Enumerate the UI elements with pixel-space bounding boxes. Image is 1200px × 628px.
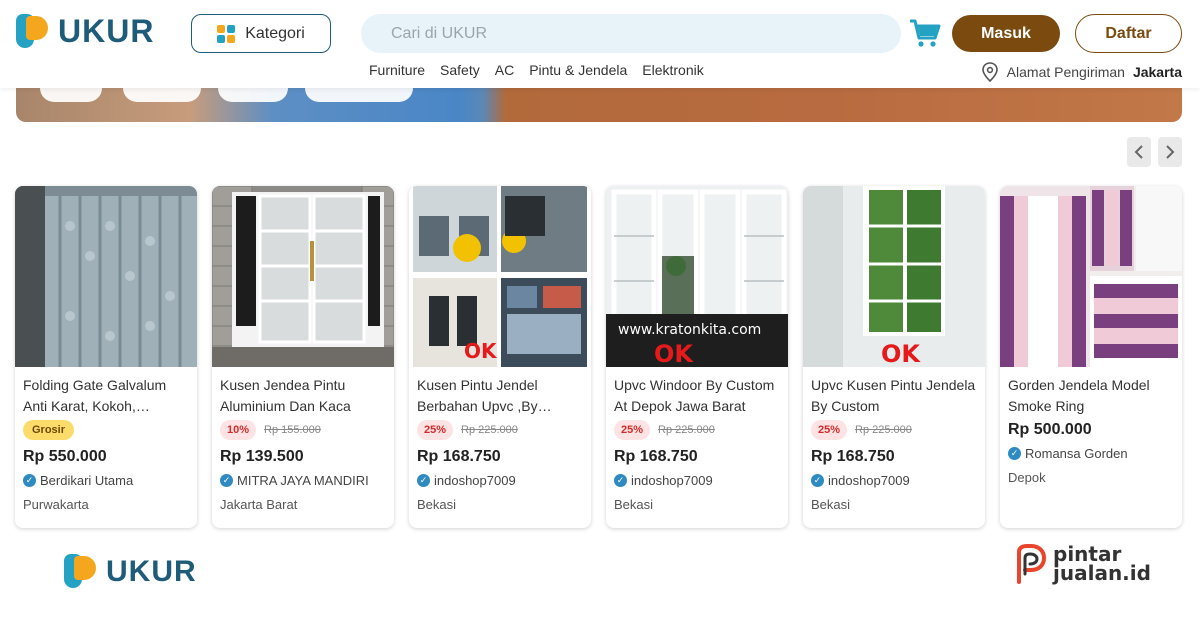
shipping-address[interactable]: Alamat Pengiriman Jakarta bbox=[981, 62, 1182, 82]
original-price: Rp 225.000 bbox=[658, 424, 715, 436]
seller-city: Purwakarta bbox=[23, 497, 89, 512]
seller-city: Bekasi bbox=[614, 497, 654, 512]
product-image-door-aluminium bbox=[212, 186, 394, 367]
seller-name: indoshop7009 bbox=[828, 473, 910, 488]
verified-check-icon: ✓ bbox=[1008, 447, 1021, 460]
product-name[interactable]: Gorden Jendela Model Smoke Ring bbox=[1008, 375, 1176, 417]
grosir-badge: Grosir bbox=[23, 420, 75, 440]
discount-badge: 10% bbox=[220, 420, 257, 440]
address-label: Alamat Pengiriman bbox=[1006, 64, 1125, 80]
ukur-logo-mark bbox=[16, 13, 52, 50]
original-price: Rp 225.000 bbox=[855, 424, 912, 436]
login-button[interactable]: Masuk bbox=[952, 15, 1060, 52]
seller: ✓ Romansa Gorden bbox=[1008, 446, 1128, 461]
ukur-logo-text: UKUR bbox=[106, 555, 197, 588]
seller: ✓ indoshop7009 bbox=[614, 473, 713, 488]
quick-links: Furniture Safety AC Pintu & Jendela Elek… bbox=[369, 62, 704, 78]
quick-link-pintu-jendela[interactable]: Pintu & Jendela bbox=[529, 62, 627, 78]
badge-row: 25% Rp 225.000 bbox=[614, 420, 715, 440]
register-button[interactable]: Daftar bbox=[1075, 14, 1182, 53]
ukur-logo-text: UKUR bbox=[58, 13, 155, 49]
quick-link-elektronik[interactable]: Elektronik bbox=[642, 62, 703, 78]
quick-link-safety[interactable]: Safety bbox=[440, 62, 480, 78]
original-price: Rp 155.000 bbox=[264, 424, 321, 436]
product-image-upvc-windoor: www.kratonkita.com OK bbox=[606, 186, 788, 367]
verified-check-icon: ✓ bbox=[23, 474, 36, 487]
badge-row: 10% Rp 155.000 bbox=[220, 420, 321, 440]
seller-city: Bekasi bbox=[417, 497, 457, 512]
product-image-upvc-window: OK bbox=[803, 186, 985, 367]
product-name[interactable]: Folding Gate Galvalum Anti Karat, Kokoh,… bbox=[23, 375, 191, 417]
product-price: Rp 168.750 bbox=[417, 448, 501, 465]
seller-name: MITRA JAYA MANDIRI bbox=[237, 473, 369, 488]
product-card[interactable]: OK Kusen Pintu Jendel Berbahan Upvc ,By … bbox=[409, 186, 591, 528]
product-image-upvc-collage: OK bbox=[409, 186, 591, 367]
product-card[interactable]: Gorden Jendela Model Smoke Ring Rp 500.0… bbox=[1000, 186, 1182, 528]
product-name[interactable]: Upvc Windoor By Custom At Depok Jawa Bar… bbox=[614, 375, 782, 417]
product-image-folding-gate bbox=[15, 186, 197, 367]
address-city: Jakarta bbox=[1132, 64, 1182, 80]
carousel-next-button[interactable] bbox=[1158, 137, 1182, 167]
category-grid-icon bbox=[217, 24, 236, 43]
verified-check-icon: ✓ bbox=[417, 474, 430, 487]
chevron-right-icon bbox=[1166, 145, 1175, 159]
discount-badge: 25% bbox=[614, 420, 651, 440]
product-price: Rp 550.000 bbox=[23, 448, 107, 465]
seller-name: Berdikari Utama bbox=[40, 473, 134, 488]
seller: ✓ Berdikari Utama bbox=[23, 473, 133, 488]
product-image-gorden bbox=[1000, 186, 1182, 367]
ok-stamp: OK bbox=[654, 340, 694, 367]
product-card[interactable]: Folding Gate Galvalum Anti Karat, Kokoh,… bbox=[15, 186, 197, 528]
seller-city: Bekasi bbox=[811, 497, 851, 512]
badge-row: 25% Rp 225.000 bbox=[811, 420, 912, 440]
seller-name: indoshop7009 bbox=[434, 473, 516, 488]
ok-stamp: OK bbox=[464, 339, 498, 363]
seller: ✓ indoshop7009 bbox=[417, 473, 516, 488]
verified-check-icon: ✓ bbox=[811, 474, 824, 487]
carousel-prev-button[interactable] bbox=[1127, 137, 1151, 167]
kategori-label: Kategori bbox=[245, 24, 305, 42]
seller: ✓ MITRA JAYA MANDIRI bbox=[220, 473, 369, 488]
verified-check-icon: ✓ bbox=[614, 474, 627, 487]
discount-badge: 25% bbox=[811, 420, 848, 440]
product-name[interactable]: Upvc Kusen Pintu Jendela By Custom bbox=[811, 375, 979, 417]
badge-row: Grosir bbox=[23, 420, 75, 440]
seller-name: Romansa Gorden bbox=[1025, 446, 1128, 461]
ukur-logo-mark bbox=[64, 554, 100, 590]
quick-link-furniture[interactable]: Furniture bbox=[369, 62, 425, 78]
product-card[interactable]: OK Upvc Kusen Pintu Jendela By Custom 25… bbox=[803, 186, 985, 528]
ukur-footer-logo: UKUR bbox=[64, 554, 197, 590]
chevron-left-icon bbox=[1134, 145, 1143, 159]
hero-banner[interactable] bbox=[16, 84, 1182, 122]
ukur-logo[interactable]: UKUR bbox=[16, 13, 154, 50]
seller-name: indoshop7009 bbox=[631, 473, 713, 488]
seller-city: Depok bbox=[1008, 470, 1046, 485]
seller-city: Jakarta Barat bbox=[220, 497, 298, 512]
jualan-text: jualan.id bbox=[1053, 561, 1151, 585]
ok-stamp: OK bbox=[881, 340, 921, 367]
product-price: Rp 168.750 bbox=[614, 448, 698, 465]
cart-icon[interactable] bbox=[909, 18, 941, 48]
product-price: Rp 168.750 bbox=[811, 448, 895, 465]
top-header: UKUR Kategori Masuk Daftar Furniture Saf… bbox=[0, 0, 1200, 88]
product-name[interactable]: Kusen Jendea Pintu Aluminium Dan Kaca bbox=[220, 375, 388, 417]
pintar-jualan-logo: pintar jualan.id bbox=[1013, 544, 1151, 584]
pintar-jualan-mark-icon bbox=[1017, 544, 1047, 584]
product-card[interactable]: www.kratonkita.com OK Upvc Windoor By Cu… bbox=[606, 186, 788, 528]
product-price: Rp 500.000 bbox=[1008, 421, 1092, 438]
seller: ✓ indoshop7009 bbox=[811, 473, 910, 488]
watermark-text: www.kratonkita.com bbox=[618, 322, 761, 338]
quick-link-ac[interactable]: AC bbox=[495, 62, 514, 78]
location-pin-icon bbox=[981, 62, 998, 82]
product-price: Rp 139.500 bbox=[220, 448, 304, 465]
badge-row: 25% Rp 225.000 bbox=[417, 420, 518, 440]
kategori-button[interactable]: Kategori bbox=[191, 14, 331, 53]
original-price: Rp 225.000 bbox=[461, 424, 518, 436]
discount-badge: 25% bbox=[417, 420, 454, 440]
search-input[interactable] bbox=[361, 14, 901, 53]
verified-check-icon: ✓ bbox=[220, 474, 233, 487]
product-card[interactable]: Kusen Jendea Pintu Aluminium Dan Kaca 10… bbox=[212, 186, 394, 528]
product-name[interactable]: Kusen Pintu Jendel Berbahan Upvc ,By Cus… bbox=[417, 375, 585, 417]
